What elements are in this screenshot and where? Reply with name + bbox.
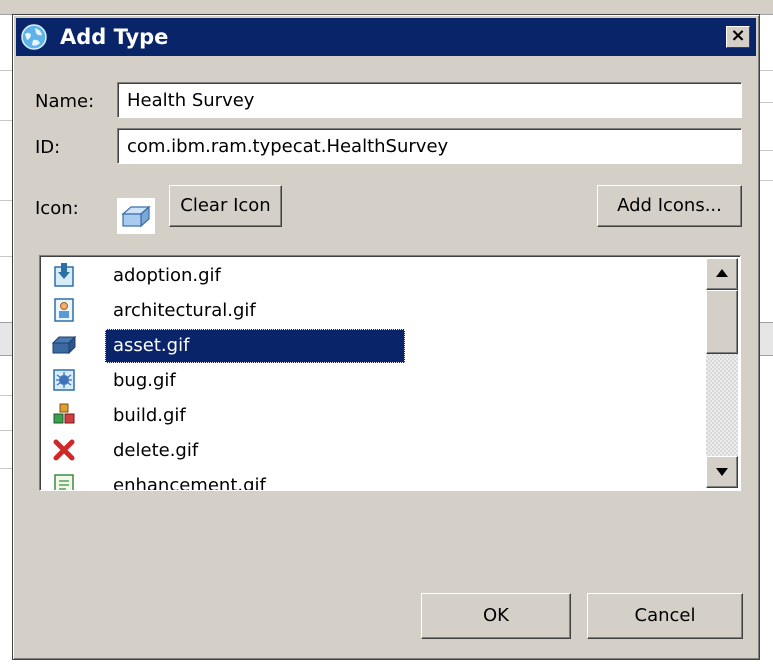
delete-icon: [53, 439, 75, 461]
list-item[interactable]: bug.gif: [50, 364, 710, 398]
background-row-line: [760, 180, 773, 181]
icon-label: Icon:: [35, 198, 79, 219]
list-item[interactable]: asset.gif: [50, 329, 710, 363]
background-header-band: [760, 322, 773, 356]
asset-icon: [52, 335, 76, 355]
id-label: ID:: [35, 137, 61, 158]
scroll-thumb[interactable]: [706, 290, 738, 354]
list-item[interactable]: build.gif: [50, 399, 710, 433]
add-type-dialog: Add Type × Name: ID: Icon: Clear Icon Ad…: [12, 14, 760, 660]
icon-list[interactable]: adoption.gif architectural.gif asset.gif: [39, 255, 741, 491]
background-row-line: [760, 102, 773, 103]
scroll-down-button[interactable]: [706, 456, 738, 488]
add-icons-button[interactable]: Add Icons...: [597, 185, 742, 227]
arrow-down-icon: [716, 468, 728, 476]
icon-list-scrollbar[interactable]: [706, 258, 738, 488]
list-item[interactable]: architectural.gif: [50, 294, 710, 328]
list-item[interactable]: adoption.gif: [50, 259, 710, 293]
asset-icon: [121, 205, 151, 228]
background-row-line: [760, 70, 773, 71]
build-icon: [53, 403, 75, 424]
cancel-button[interactable]: Cancel: [587, 593, 743, 639]
background-window-titlebar: [0, 0, 773, 15]
dialog-title: Add Type: [60, 25, 169, 49]
dialog-titlebar[interactable]: Add Type ×: [16, 18, 756, 56]
id-field[interactable]: [117, 128, 742, 164]
close-button[interactable]: ×: [726, 26, 750, 48]
name-label: Name:: [35, 91, 95, 112]
background-row-line: [760, 150, 773, 151]
bug-icon: [53, 369, 75, 391]
globe-app-icon: [21, 24, 47, 50]
clear-icon-button[interactable]: Clear Icon: [169, 185, 282, 227]
list-item[interactable]: enhancement.gif: [50, 469, 710, 490]
adoption-icon: [54, 263, 74, 287]
scroll-up-button[interactable]: [706, 258, 738, 290]
name-field[interactable]: [117, 82, 742, 118]
enhancement-icon: [54, 474, 74, 490]
arrow-up-icon: [716, 269, 728, 277]
selected-icon-preview: [117, 198, 155, 234]
list-item[interactable]: delete.gif: [50, 434, 710, 468]
architectural-icon: [54, 298, 74, 322]
ok-button[interactable]: OK: [421, 593, 571, 639]
